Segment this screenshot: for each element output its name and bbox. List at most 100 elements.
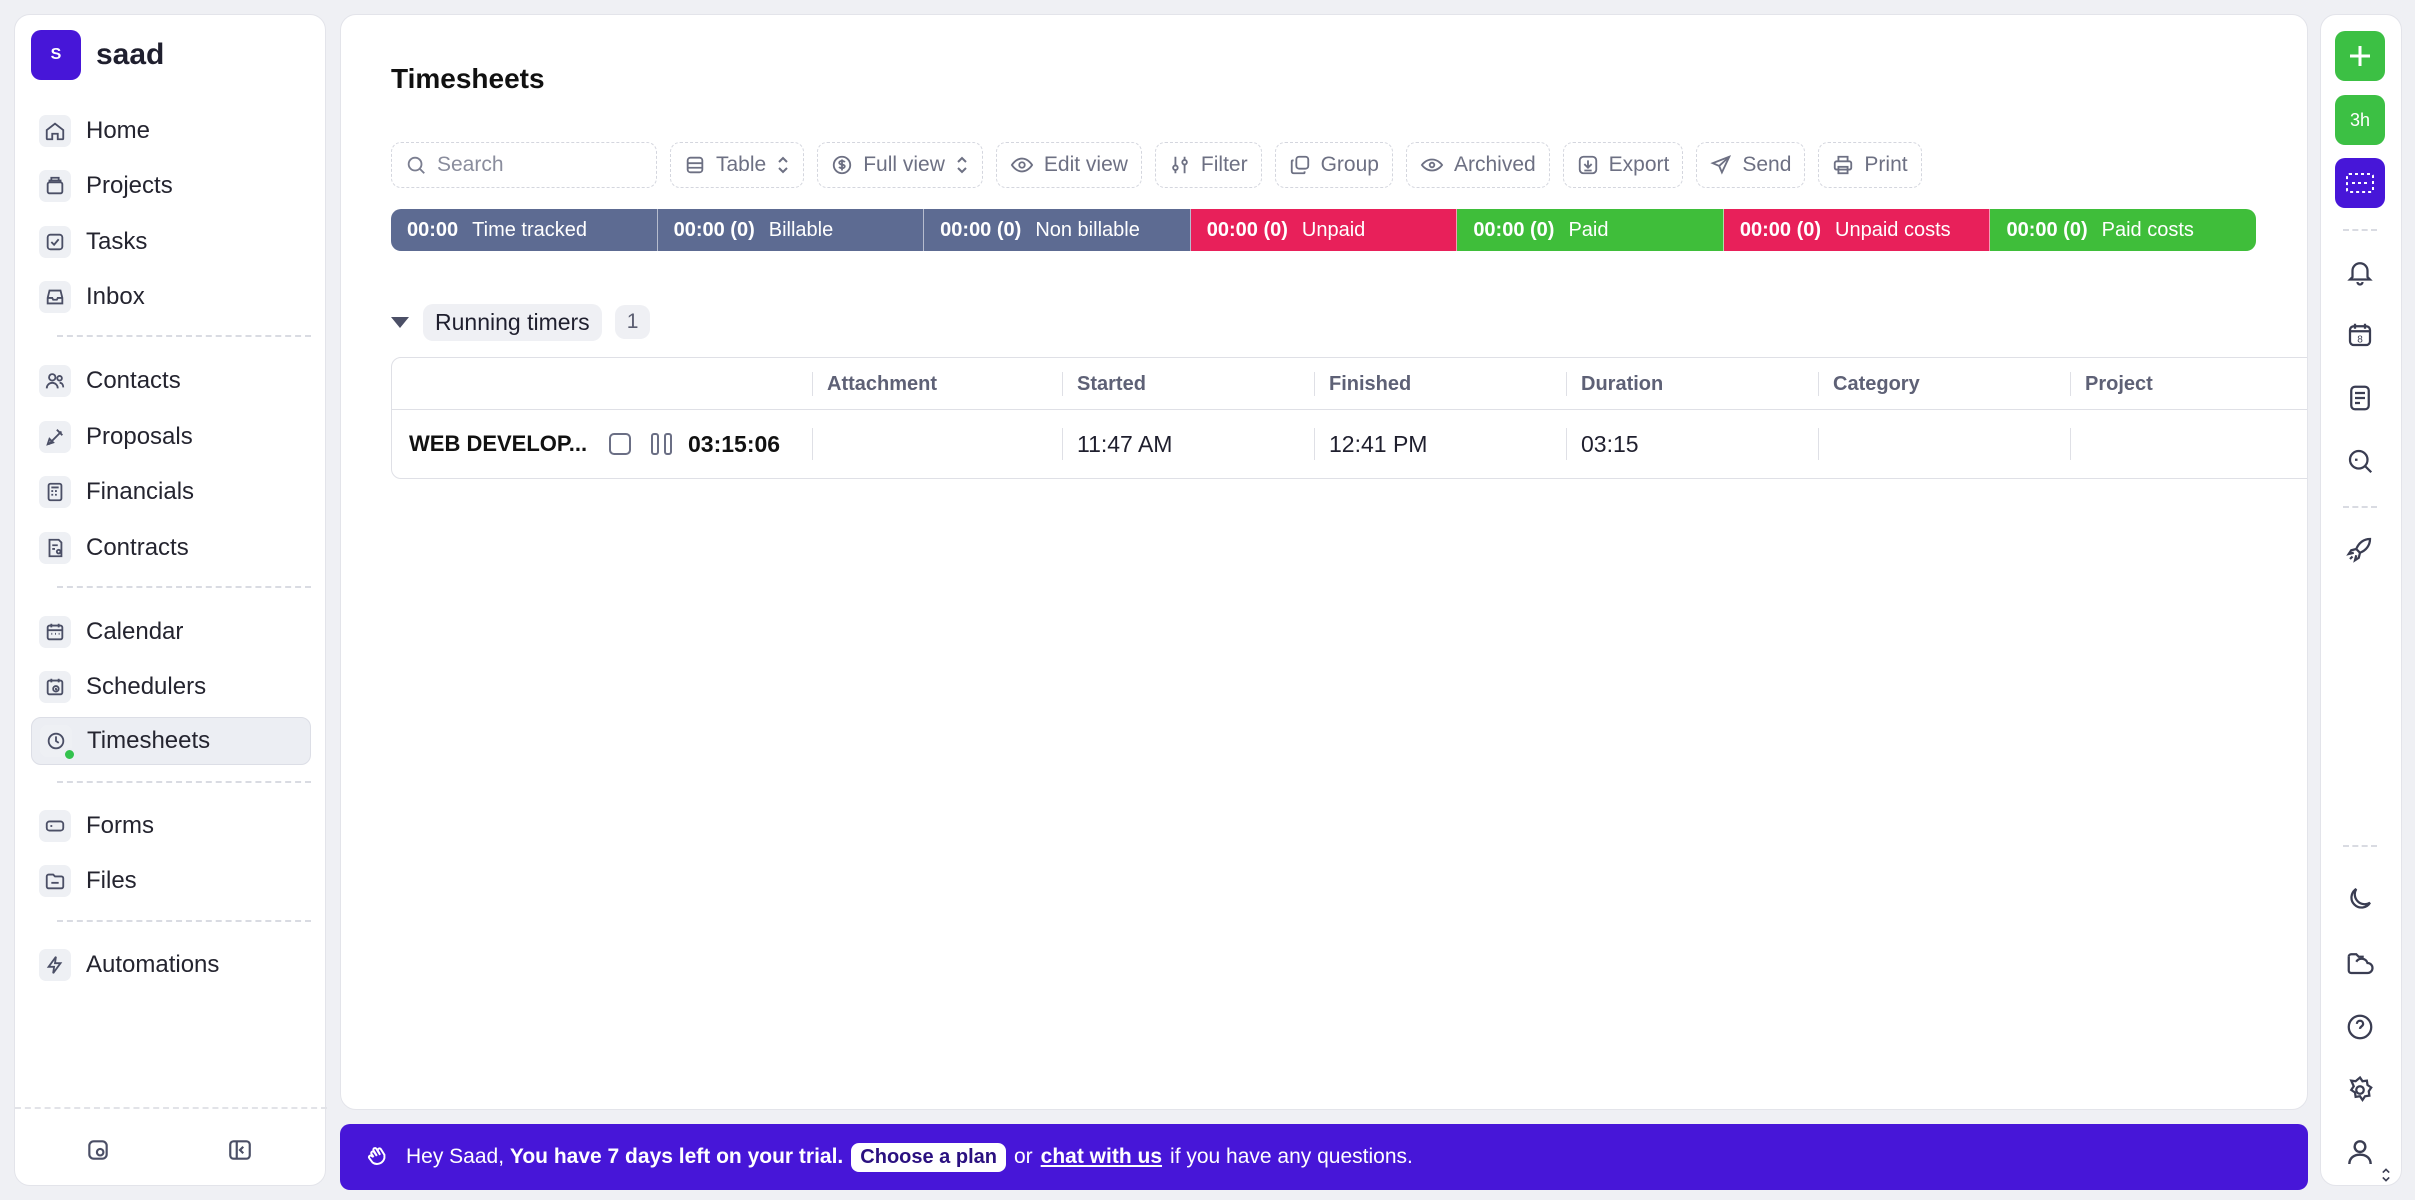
chat-with-us-link[interactable]: chat with us xyxy=(1041,1145,1162,1169)
cell-finished[interactable]: 12:41 PM xyxy=(1314,410,1566,478)
sidebar-item-inbox[interactable]: Inbox xyxy=(31,273,311,321)
full-view-select[interactable]: Full view xyxy=(817,142,983,188)
sidebar-item-proposals[interactable]: Proposals xyxy=(31,413,311,461)
sidebar-item-timesheets[interactable]: Timesheets xyxy=(31,717,311,765)
timesheet-table: Attachment Started Finished Duration Cat… xyxy=(391,357,2307,479)
pause-icon[interactable] xyxy=(651,433,672,455)
cell-category[interactable] xyxy=(1818,410,2070,478)
summary-non-billable[interactable]: 00:00 (0) Non billable xyxy=(924,209,1191,251)
sidebar-item-forms[interactable]: Forms xyxy=(31,802,311,850)
global-search-button[interactable] xyxy=(2335,436,2385,486)
cell-duration[interactable]: 03:15 xyxy=(1566,410,1818,478)
row-checkbox[interactable] xyxy=(609,433,631,455)
filter-label: Filter xyxy=(1200,153,1248,176)
automations-icon xyxy=(39,949,71,981)
summary-paid-costs[interactable]: 00:00 (0) Paid costs xyxy=(1990,209,2256,251)
column-header-attachment[interactable]: Attachment xyxy=(812,358,1062,410)
dark-mode-toggle[interactable] xyxy=(2335,874,2385,924)
search-input[interactable]: Search xyxy=(391,142,657,188)
notifications-button[interactable] xyxy=(2335,247,2385,297)
cell-attachment[interactable] xyxy=(812,410,1062,478)
sidebar-item-financials[interactable]: Financials xyxy=(31,468,311,516)
files-icon xyxy=(39,865,71,897)
sidebar-item-calendar[interactable]: Calendar xyxy=(31,608,311,656)
calendar-button[interactable]: 8 xyxy=(2335,310,2385,360)
schedulers-icon xyxy=(39,671,71,703)
updown-chevron-icon xyxy=(2382,1168,2390,1182)
sidebar-divider xyxy=(57,781,311,783)
column-header-finished[interactable]: Finished xyxy=(1314,358,1566,410)
summary-label: Unpaid xyxy=(1301,218,1366,241)
summary-time-tracked[interactable]: 00:00 Time tracked xyxy=(391,209,658,251)
dollar-circle-icon xyxy=(833,155,852,175)
sidebar-item-contacts[interactable]: Contacts xyxy=(31,357,311,405)
home-icon xyxy=(39,115,71,147)
column-header-category[interactable]: Category xyxy=(1818,358,2070,410)
notes-button[interactable] xyxy=(2335,373,2385,423)
sidebar-divider xyxy=(57,586,311,588)
command-palette-button[interactable] xyxy=(2335,158,2385,208)
group-header-running-timers[interactable]: Running timers 1 xyxy=(391,303,651,341)
choose-plan-button[interactable]: Choose a plan xyxy=(851,1142,1006,1172)
quick-add-button[interactable] xyxy=(2335,31,2385,81)
sidebar-divider xyxy=(57,335,311,337)
sidebar-item-label: Contacts xyxy=(86,367,181,394)
workspace-settings-button[interactable] xyxy=(81,1133,115,1167)
getting-started-button[interactable] xyxy=(2335,524,2385,574)
sidebar-item-label: Projects xyxy=(86,172,173,199)
summary-billable[interactable]: 00:00 (0) Billable xyxy=(657,209,925,251)
table-header: Attachment Started Finished Duration Cat… xyxy=(392,358,2307,410)
column-header-duration[interactable]: Duration xyxy=(1566,358,1818,410)
summary-unpaid-costs[interactable]: 00:00 (0) Unpaid costs xyxy=(1723,209,1991,251)
gear-icon xyxy=(2349,1075,2373,1103)
folder-cloud-icon xyxy=(2347,953,2374,975)
group-button[interactable]: Group xyxy=(1274,142,1393,188)
proposals-icon xyxy=(39,421,71,453)
sidebar: S saad Home Projects Tasks Inbox Contact xyxy=(14,14,327,1186)
collapse-sidebar-button[interactable] xyxy=(223,1133,257,1167)
group-icon xyxy=(1290,155,1309,175)
forms-icon xyxy=(39,810,71,842)
sidebar-item-label: Contracts xyxy=(86,534,189,561)
summary-paid[interactable]: 00:00 (0) Paid xyxy=(1457,209,1724,251)
group-label: Running timers xyxy=(423,303,602,341)
page-title: Timesheets xyxy=(391,63,545,94)
sidebar-item-automations[interactable]: Automations xyxy=(31,941,311,989)
collapse-caret-icon[interactable] xyxy=(391,316,409,328)
summary-unpaid[interactable]: 00:00 (0) Unpaid xyxy=(1190,209,1458,251)
calendar-icon xyxy=(39,616,71,648)
filter-button[interactable]: Filter xyxy=(1154,142,1262,188)
summary-label: Time tracked xyxy=(472,218,587,241)
workspace-switcher[interactable]: S saad xyxy=(31,29,164,81)
user-menu-button[interactable] xyxy=(2335,1127,2385,1177)
sidebar-item-projects[interactable]: Projects xyxy=(31,162,311,210)
sidebar-item-label: Proposals xyxy=(86,423,193,450)
export-button[interactable]: Export xyxy=(1562,142,1684,188)
summary-value: 00:00 (0) xyxy=(1473,218,1555,241)
download-icon xyxy=(1578,155,1597,175)
print-button[interactable]: Print xyxy=(1818,142,1922,188)
search-icon xyxy=(2348,449,2373,474)
cell-project[interactable] xyxy=(2070,410,2307,478)
help-button[interactable] xyxy=(2335,1002,2385,1052)
column-header-started[interactable]: Started xyxy=(1062,358,1314,410)
row-title[interactable]: WEB DEVELOP... xyxy=(409,431,595,457)
sidebar-item-files[interactable]: Files xyxy=(31,857,311,905)
timer-badge: 3h xyxy=(2349,109,2371,130)
printer-icon xyxy=(1834,155,1853,175)
archived-button[interactable]: Archived xyxy=(1405,142,1550,188)
sidebar-item-contracts[interactable]: Contracts xyxy=(31,524,311,572)
edit-view-label: Edit view xyxy=(1043,153,1128,176)
sidebar-item-schedulers[interactable]: Schedulers xyxy=(31,663,311,711)
cell-started[interactable]: 11:47 AM xyxy=(1062,410,1314,478)
storage-button[interactable] xyxy=(2335,938,2385,988)
sidebar-item-tasks[interactable]: Tasks xyxy=(31,218,311,266)
edit-view-button[interactable]: Edit view xyxy=(995,142,1142,188)
settings-button[interactable] xyxy=(2335,1065,2385,1115)
sidebar-item-home[interactable]: Home xyxy=(31,107,311,155)
table-view-select[interactable]: Table xyxy=(670,142,805,188)
moon-icon xyxy=(2350,888,2371,909)
column-header-project[interactable]: Project xyxy=(2070,358,2307,410)
running-timer-button[interactable]: 3h xyxy=(2335,95,2385,145)
send-button[interactable]: Send xyxy=(1696,142,1806,188)
